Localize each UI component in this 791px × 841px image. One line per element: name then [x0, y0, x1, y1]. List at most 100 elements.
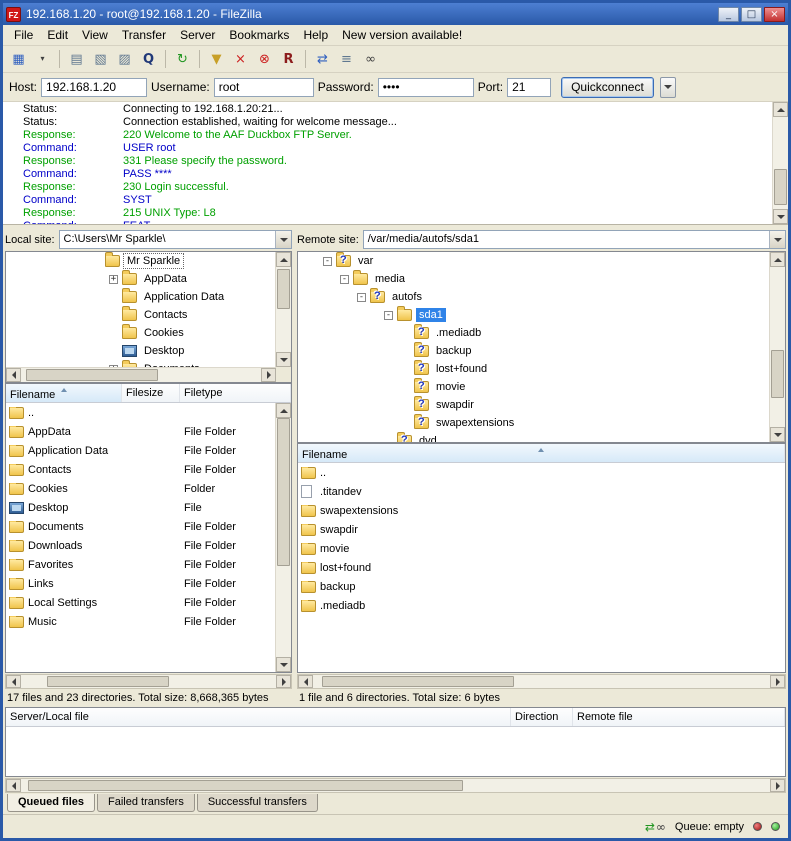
scroll-right-button[interactable] [261, 368, 276, 382]
local-list-vertical-scrollbar[interactable] [275, 403, 291, 672]
menu-item[interactable]: Transfer [115, 26, 173, 44]
file-row[interactable]: Documents File Folder [6, 517, 275, 536]
tree-item[interactable]: lost+found [298, 360, 769, 378]
local-site-dropdown-button[interactable] [275, 231, 291, 248]
scroll-right-button[interactable] [770, 779, 785, 792]
sync-browsing-icon[interactable]: ⇄ [311, 48, 334, 70]
tree-item[interactable]: dvd [298, 432, 769, 442]
tab-successful-transfers[interactable]: Successful transfers [197, 794, 318, 812]
tree-expander[interactable]: + [109, 275, 118, 284]
scroll-up-button[interactable] [276, 403, 291, 418]
scroll-down-button[interactable] [773, 209, 788, 224]
tree-item[interactable]: Desktop [6, 342, 275, 360]
file-row[interactable]: AppData File Folder [6, 422, 275, 441]
tree-item[interactable]: Application Data [6, 288, 275, 306]
file-row[interactable]: Cookies Folder [6, 479, 275, 498]
remote-tree-vertical-scrollbar[interactable] [769, 252, 785, 442]
find-files-icon[interactable]: ∞ [359, 48, 382, 70]
site-manager-icon[interactable]: ▦ [7, 48, 30, 70]
local-tree-vertical-scrollbar[interactable] [275, 252, 291, 367]
close-button[interactable]: × [764, 7, 785, 22]
tree-item[interactable]: - media [298, 270, 769, 288]
scroll-up-button[interactable] [770, 252, 785, 267]
menu-item[interactable]: Bookmarks [222, 26, 296, 44]
toggle-message-log-icon[interactable]: ▤ [65, 48, 88, 70]
remote-site-combobox[interactable]: /var/media/autofs/sda1 [363, 230, 786, 249]
refresh-icon[interactable]: ↻ [171, 48, 194, 70]
tree-item[interactable]: - autofs [298, 288, 769, 306]
file-row[interactable]: Downloads File Folder [6, 536, 275, 555]
file-row[interactable]: lost+found [298, 558, 785, 577]
scroll-thumb[interactable] [771, 350, 784, 398]
message-log[interactable]: Status:Connecting to 192.168.1.20:21... … [3, 102, 788, 225]
tree-expander[interactable]: - [384, 311, 393, 320]
tree-expander[interactable]: - [323, 257, 332, 266]
column-header-filename[interactable]: Filename [298, 444, 785, 462]
scroll-left-button[interactable] [6, 368, 21, 382]
tree-item[interactable]: - sda1 [298, 306, 769, 324]
file-row[interactable]: Contacts File Folder [6, 460, 275, 479]
titlebar[interactable]: FZ 192.168.1.20 - root@192.168.1.20 - Fi… [3, 3, 788, 25]
tab-failed-transfers[interactable]: Failed transfers [97, 794, 195, 812]
tree-item[interactable]: swapdir [298, 396, 769, 414]
remote-file-list[interactable]: Filename .. [297, 443, 786, 673]
scroll-thumb[interactable] [28, 780, 462, 791]
scroll-right-button[interactable] [770, 675, 785, 688]
reconnect-icon[interactable]: R [277, 48, 300, 70]
toggle-queue-icon[interactable]: Q [137, 48, 160, 70]
file-row[interactable]: .. [6, 403, 275, 422]
tree-expander[interactable]: - [340, 275, 349, 284]
sync-status-icon[interactable]: ⇄ [645, 821, 655, 833]
tree-item[interactable]: Contacts [6, 306, 275, 324]
column-header-filesize[interactable]: Filesize [122, 384, 180, 402]
scroll-thumb[interactable] [26, 369, 158, 381]
quickconnect-dropdown-button[interactable] [660, 77, 676, 98]
scroll-up-button[interactable] [276, 252, 291, 267]
tree-item[interactable]: .mediadb [298, 324, 769, 342]
column-header-server-local-file[interactable]: Server/Local file [6, 708, 511, 726]
column-header-filename[interactable]: Filename [6, 384, 122, 402]
local-tree-horizontal-scrollbar[interactable] [6, 367, 276, 382]
menu-item[interactable]: View [75, 26, 115, 44]
file-row[interactable]: Links File Folder [6, 574, 275, 593]
tree-item[interactable]: Mr Sparkle [6, 252, 275, 270]
host-input[interactable] [41, 78, 147, 97]
remote-tree[interactable]: - var - media - [297, 251, 786, 443]
column-header-filetype[interactable]: Filetype [180, 384, 291, 402]
file-row[interactable]: .titandev [298, 482, 785, 501]
menu-item[interactable]: Server [173, 26, 222, 44]
column-header-remote-file[interactable]: Remote file [573, 708, 785, 726]
toggle-local-tree-icon[interactable]: ▧ [89, 48, 112, 70]
file-row[interactable]: backup [298, 577, 785, 596]
site-manager-dropdown-icon[interactable]: ▾ [31, 48, 54, 70]
local-file-list[interactable]: Filename Filesize Filetype .. [5, 383, 292, 673]
maximize-button[interactable]: □ [741, 7, 762, 22]
scroll-left-button[interactable] [6, 779, 21, 792]
scroll-thumb[interactable] [47, 676, 169, 687]
scroll-down-button[interactable] [276, 657, 291, 672]
scroll-left-button[interactable] [298, 675, 313, 688]
file-row[interactable]: swapextensions [298, 501, 785, 520]
local-tree[interactable]: Mr Sparkle + AppData Application Data [5, 251, 292, 383]
tree-item[interactable]: + AppData [6, 270, 275, 288]
cancel-icon[interactable]: × [229, 48, 252, 70]
file-row[interactable]: .mediadb [298, 596, 785, 615]
queue-horizontal-scrollbar[interactable] [5, 778, 786, 793]
scroll-left-button[interactable] [6, 675, 21, 688]
menu-item[interactable]: Help [296, 26, 335, 44]
remote-list-horizontal-scrollbar[interactable] [297, 674, 786, 689]
tree-item[interactable]: movie [298, 378, 769, 396]
file-row[interactable]: Favorites File Folder [6, 555, 275, 574]
log-scrollbar[interactable] [772, 102, 788, 224]
file-row[interactable]: Music File Folder [6, 612, 275, 631]
scroll-up-button[interactable] [773, 102, 788, 117]
file-row[interactable]: Application Data File Folder [6, 441, 275, 460]
scroll-right-button[interactable] [276, 675, 291, 688]
minimize-button[interactable]: _ [718, 7, 739, 22]
file-row[interactable]: Desktop File [6, 498, 275, 517]
tree-item[interactable]: backup [298, 342, 769, 360]
file-row[interactable]: Local Settings File Folder [6, 593, 275, 612]
filter-icon[interactable]: ▼ [205, 48, 228, 70]
tree-item[interactable]: swapextensions [298, 414, 769, 432]
tab-queued-files[interactable]: Queued files [7, 794, 95, 812]
